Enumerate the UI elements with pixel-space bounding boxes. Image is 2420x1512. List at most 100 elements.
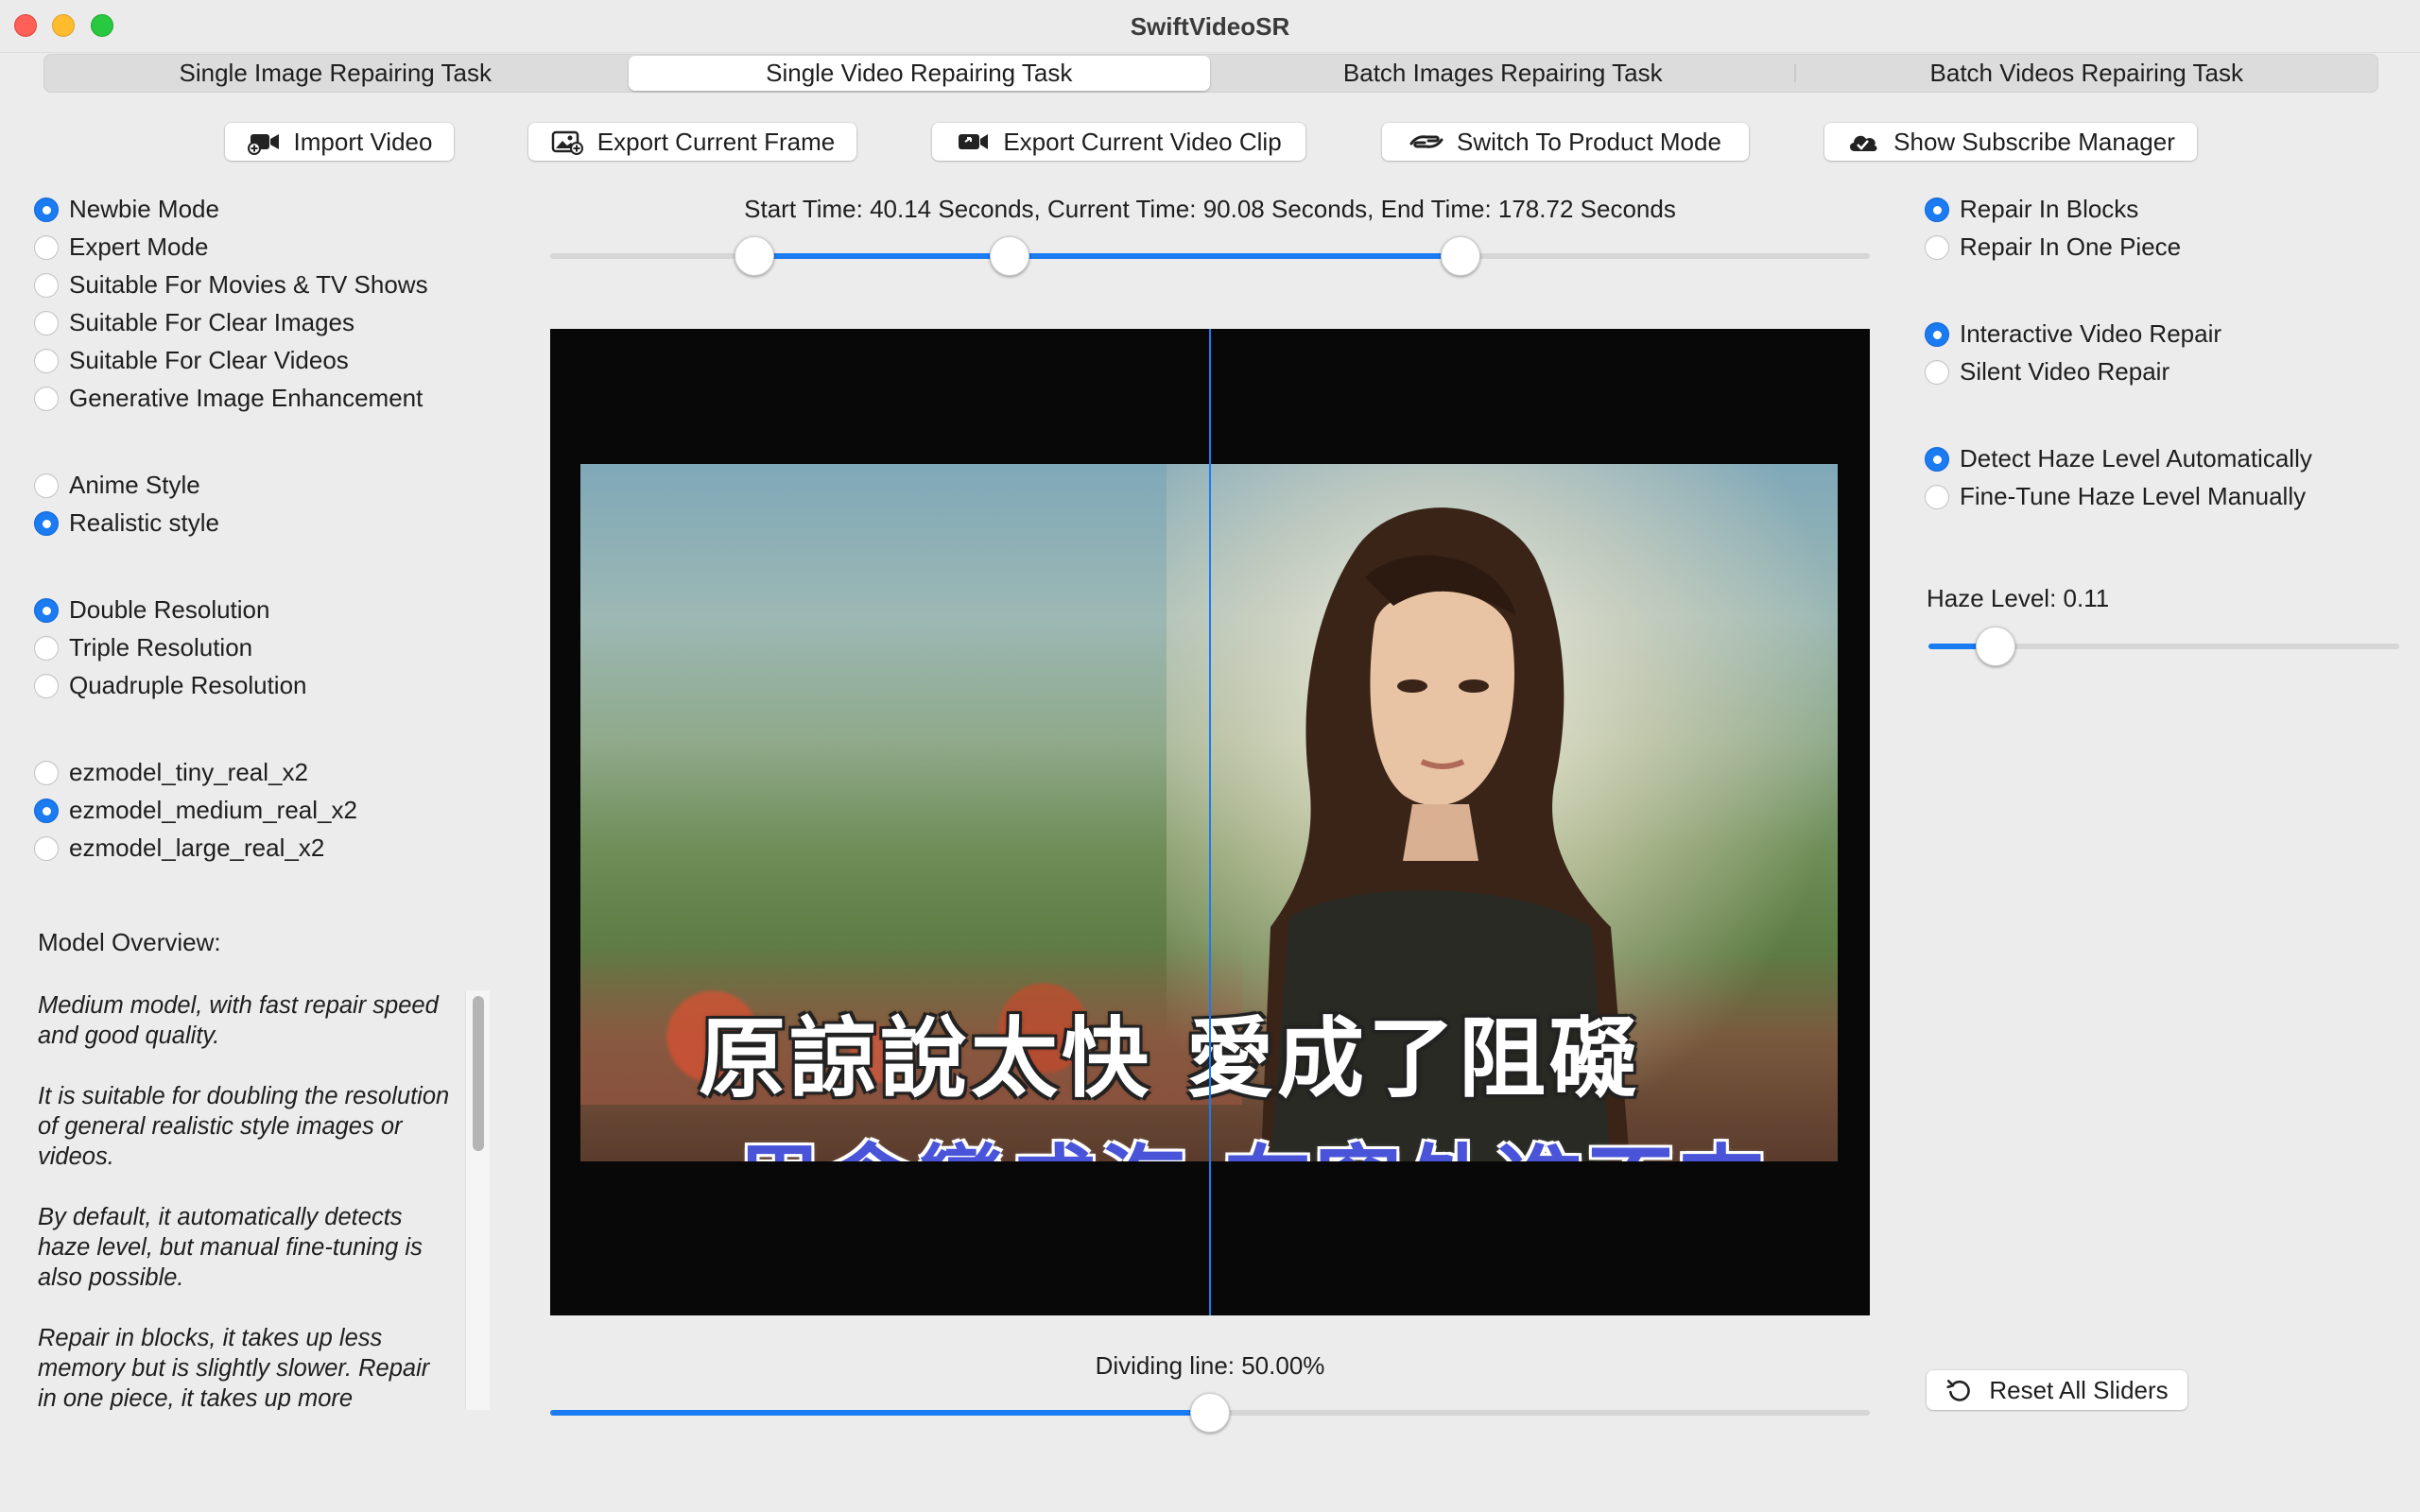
radio-label: Suitable For Clear Videos [69, 346, 349, 374]
model-overview-title: Model Overview: [38, 928, 221, 956]
radio-indicator [34, 197, 59, 222]
radio-model-tiny[interactable]: ezmodel_tiny_real_x2 [34, 758, 308, 787]
photo-export-icon [551, 130, 583, 155]
show-subscribe-manager-label: Show Subscribe Manager [1893, 127, 2175, 156]
radio-triple-resolution[interactable]: Triple Resolution [34, 633, 252, 662]
radio-indicator [1925, 321, 1949, 347]
dividing-line-label: Dividing line: 50.00% [1095, 1351, 1325, 1380]
video-export-icon [959, 134, 989, 149]
radio-indicator [34, 835, 59, 861]
tab-batch-images[interactable]: Batch Images Repairing Task [1212, 55, 1794, 92]
current-time-knob[interactable] [989, 236, 1029, 276]
time-label: Start Time: 40.14 Seconds, Current Time:… [744, 195, 1676, 223]
radio-indicator [34, 348, 59, 373]
radio-label: Generative Image Enhancement [69, 384, 424, 412]
import-video-button[interactable]: Import Video [225, 123, 454, 161]
radio-anime-style[interactable]: Anime Style [34, 471, 200, 500]
radio-indicator [34, 760, 59, 785]
dividing-slider-knob[interactable] [1190, 1393, 1230, 1433]
radio-label: Expert Mode [69, 232, 209, 261]
overview-paragraph: By default, it automatically detects haz… [38, 1204, 423, 1291]
radio-indicator [34, 234, 59, 260]
radio-label: Interactive Video Repair [1960, 319, 2222, 348]
radio-expert-mode[interactable]: Expert Mode [34, 232, 208, 262]
radio-quadruple-resolution[interactable]: Quadruple Resolution [34, 671, 307, 700]
radio-generative-enhancement[interactable]: Generative Image Enhancement [34, 384, 423, 413]
radio-label: ezmodel_tiny_real_x2 [69, 758, 308, 786]
radio-indicator [1925, 484, 1949, 509]
radio-double-resolution[interactable]: Double Resolution [34, 595, 269, 625]
start-time-knob[interactable] [735, 236, 775, 276]
tab-batch-videos[interactable]: Batch Videos Repairing Task [1796, 55, 2378, 92]
radio-indicator [34, 310, 59, 335]
subtitle-line-2: 思念變成海 在窗外進不來 [736, 1116, 1769, 1161]
export-video-clip-button[interactable]: Export Current Video Clip [932, 123, 1305, 161]
radio-repair-in-blocks[interactable]: Repair In Blocks [1925, 195, 2138, 224]
video-camera-plus-icon [247, 134, 279, 155]
radio-model-medium[interactable]: ezmodel_medium_real_x2 [34, 796, 357, 825]
hands-icon [1409, 135, 1443, 148]
radio-indicator [34, 673, 59, 698]
export-current-frame-button[interactable]: Export Current Frame [528, 123, 856, 161]
reset-icon [1946, 1380, 1971, 1401]
switch-product-mode-button[interactable]: Switch To Product Mode [1382, 123, 1749, 161]
task-tabs: Single Image Repairing Task Single Video… [43, 54, 2378, 93]
export-current-frame-label: Export Current Frame [596, 127, 836, 156]
radio-realistic-style[interactable]: Realistic style [34, 508, 219, 538]
import-video-label: Import Video [293, 127, 433, 156]
radio-label: Suitable For Clear Images [69, 308, 355, 336]
radio-label: Suitable For Movies & TV Shows [69, 270, 428, 299]
radio-label: Repair In One Piece [1960, 232, 2182, 261]
overview-scroll-thumb[interactable] [473, 996, 484, 1151]
radio-label: Realistic style [69, 508, 219, 537]
radio-label: ezmodel_medium_real_x2 [69, 796, 357, 824]
overview-paragraph: Medium model, with fast repair speed and… [38, 992, 439, 1049]
switch-product-mode-label: Switch To Product Mode [1457, 127, 1721, 156]
tab-single-video[interactable]: Single Video Repairing Task [628, 56, 1210, 91]
radio-repair-one-piece[interactable]: Repair In One Piece [1925, 232, 2181, 262]
radio-label: Anime Style [69, 471, 200, 499]
radio-model-large[interactable]: ezmodel_large_real_x2 [34, 833, 324, 863]
tab-single-image[interactable]: Single Image Repairing Task [44, 55, 627, 92]
end-time-knob[interactable] [1441, 236, 1481, 276]
radio-indicator [1925, 197, 1949, 222]
radio-movies-tv[interactable]: Suitable For Movies & TV Shows [34, 270, 428, 300]
haze-slider-knob[interactable] [1976, 627, 2016, 666]
radio-indicator [34, 510, 59, 536]
video-preview[interactable]: 原諒說太快 愛成了阻礙 思念變成海 在窗外進不來 [550, 329, 1870, 1315]
radio-label: Fine-Tune Haze Level Manually [1960, 482, 2307, 510]
cloud-check-icon [1850, 135, 1877, 151]
radio-indicator [34, 472, 59, 498]
model-overview-text: Medium model, with fast repair speed and… [38, 990, 454, 1410]
radio-label: Silent Video Repair [1960, 357, 2170, 386]
comparison-divider-line[interactable] [1209, 329, 1211, 1315]
radio-interactive-repair[interactable]: Interactive Video Repair [1925, 319, 2221, 349]
haze-level-label: Haze Level: 0.11 [1927, 584, 2110, 612]
radio-silent-repair[interactable]: Silent Video Repair [1925, 357, 2169, 387]
radio-clear-videos[interactable]: Suitable For Clear Videos [34, 346, 349, 375]
radio-clear-images[interactable]: Suitable For Clear Images [34, 308, 354, 337]
radio-newbie-mode[interactable]: Newbie Mode [34, 195, 219, 224]
subtitle-line-1: 原諒說太快 愛成了阻礙 [699, 1008, 1641, 1109]
radio-fine-tune-haze[interactable]: Fine-Tune Haze Level Manually [1925, 482, 2306, 511]
radio-indicator [34, 272, 59, 298]
reset-all-sliders-label: Reset All Sliders [1989, 1375, 2169, 1404]
reset-all-sliders-button[interactable]: Reset All Sliders [1927, 1370, 2187, 1410]
radio-label: Quadruple Resolution [69, 671, 307, 699]
show-subscribe-manager-button[interactable]: Show Subscribe Manager [1824, 123, 2197, 161]
dividing-slider-fill [550, 1410, 1210, 1416]
radio-indicator [1925, 359, 1949, 385]
radio-indicator [1925, 446, 1949, 472]
radio-label: Detect Haze Level Automatically [1960, 444, 2312, 472]
export-video-clip-label: Export Current Video Clip [1003, 127, 1282, 156]
radio-label: Newbie Mode [69, 195, 219, 223]
radio-indicator [34, 798, 59, 823]
window-title: SwiftVideoSR [1130, 12, 1290, 41]
overview-paragraph: It is suitable for doubling the resoluti… [38, 1083, 450, 1170]
radio-label: Double Resolution [69, 595, 270, 624]
radio-indicator [34, 386, 59, 411]
radio-label: Triple Resolution [69, 633, 253, 662]
time-slider-fill [754, 253, 1461, 259]
radio-indicator [34, 597, 59, 623]
radio-detect-haze-auto[interactable]: Detect Haze Level Automatically [1925, 444, 2312, 473]
